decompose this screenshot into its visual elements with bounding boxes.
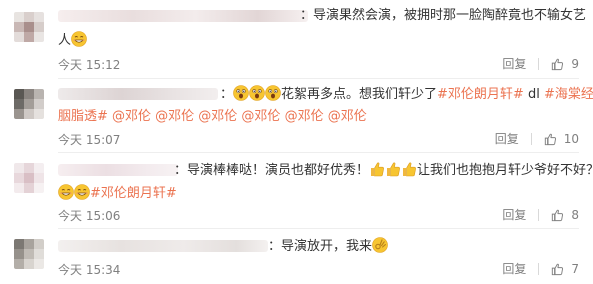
comment-actions: 回复 7: [502, 260, 579, 277]
grin-face-icon: [74, 184, 90, 200]
comment-timestamp: 今天 15:06: [58, 209, 121, 223]
like-count: 10: [563, 131, 579, 146]
comment-colon: ：: [220, 87, 234, 102]
divider: [530, 132, 532, 145]
topic-link[interactable]: #邓伦朗月轩#: [90, 186, 177, 201]
comment-actions: 回复 9: [502, 55, 579, 72]
comment-body: 导演放开，我来: [281, 239, 373, 254]
comment-text: ： 花絮再多点。想我们轩少了#邓伦朗月轩# dl #海棠经雨: [220, 85, 593, 104]
comment-body: dl: [523, 87, 544, 102]
comment-text: ：导演棒棒哒！演员也都好优秀！ 让我们也抱抱月轩少爷好不好？: [174, 161, 593, 180]
comment-text: ：导演放开，我来: [268, 237, 388, 256]
comment-item: ： 花絮再多点。想我们轩少了#邓伦朗月轩# dl #海棠经雨 胭脂透# @邓伦 @…: [0, 79, 593, 151]
thumbs-up-outline-icon: [551, 208, 565, 222]
thumbs-up-icon: [369, 161, 385, 177]
like-button[interactable]: 7: [551, 262, 579, 276]
username[interactable]: [58, 164, 178, 176]
comment-body: 花絮再多点。想我们轩少了: [281, 87, 438, 102]
comment-actions: 回复 10: [495, 130, 579, 147]
comment-text-line2: 人: [58, 31, 87, 50]
like-count: 9: [571, 56, 579, 71]
thumbs-up-icon: [385, 161, 401, 177]
comment-body: 导演果然会演，被拥时那一脸陶醉竟也不输女艺: [313, 8, 587, 23]
comment-text-line2: 胭脂透# @邓伦 @邓伦 @邓伦 @邓伦 @邓伦 @邓伦: [58, 108, 367, 126]
reply-button[interactable]: 回复: [502, 55, 526, 72]
comment-body: 人: [58, 33, 72, 48]
thumbs-up-outline-icon: [551, 57, 565, 71]
like-button[interactable]: 8: [551, 208, 579, 222]
reply-button[interactable]: 回复: [495, 130, 519, 147]
reply-button[interactable]: 回复: [502, 206, 526, 223]
comment-timestamp: 今天 15:12: [58, 58, 121, 72]
avatar[interactable]: [14, 12, 44, 42]
thumbs-up-icon: [401, 161, 417, 177]
ok-hand-icon: [372, 237, 388, 253]
like-button[interactable]: 10: [544, 132, 579, 146]
comment-item: ：导演果然会演，被拥时那一脸陶醉竟也不输女艺 人 今天 15:12 回复 9: [0, 0, 593, 76]
scream-face-icon: [265, 85, 281, 101]
avatar[interactable]: [14, 239, 44, 269]
scream-face-icon: [249, 85, 265, 101]
comment-timestamp: 今天 15:34: [58, 263, 121, 277]
like-button[interactable]: 9: [551, 57, 579, 71]
comment-colon: ：: [300, 8, 314, 23]
username[interactable]: [58, 10, 308, 22]
comment-colon: ：: [174, 163, 188, 178]
divider: [538, 57, 540, 70]
grin-face-icon: [58, 184, 74, 200]
avatar[interactable]: [14, 89, 44, 119]
comment-item: ：导演棒棒哒！演员也都好优秀！ 让我们也抱抱月轩少爷好不好？ #邓伦朗月轩# 今天…: [0, 153, 593, 227]
comment-timestamp: 今天 15:07: [58, 133, 121, 147]
divider: [538, 262, 540, 275]
topic-link[interactable]: #邓伦朗月轩#: [437, 87, 524, 102]
comment-text: ：导演果然会演，被拥时那一脸陶醉竟也不输女艺: [300, 7, 586, 25]
thumbs-up-outline-icon: [544, 132, 558, 146]
reply-button[interactable]: 回复: [502, 260, 526, 277]
avatar[interactable]: [14, 163, 44, 193]
like-count: 7: [571, 261, 579, 276]
comment-body: 让我们也抱抱月轩少爷好不好？: [417, 163, 593, 178]
comment-colon: ：: [268, 239, 282, 254]
like-count: 8: [571, 207, 579, 222]
comment-item: ：导演放开，我来 今天 15:34 回复 7: [0, 229, 593, 284]
comment-actions: 回复 8: [502, 206, 579, 223]
username[interactable]: [58, 88, 218, 100]
topic-link[interactable]: #海棠经雨: [544, 87, 593, 102]
topic-link[interactable]: 胭脂透#: [58, 109, 108, 124]
comment-body: 导演棒棒哒！演员也都好优秀！: [187, 163, 370, 178]
grin-face-icon: [71, 31, 87, 47]
divider: [538, 208, 540, 221]
username[interactable]: [58, 240, 268, 252]
thumbs-up-outline-icon: [551, 262, 565, 276]
mention-link[interactable]: @邓伦 @邓伦 @邓伦 @邓伦 @邓伦 @邓伦: [108, 109, 367, 124]
scream-face-icon: [233, 85, 249, 101]
comment-text-line2: #邓伦朗月轩#: [58, 184, 177, 203]
